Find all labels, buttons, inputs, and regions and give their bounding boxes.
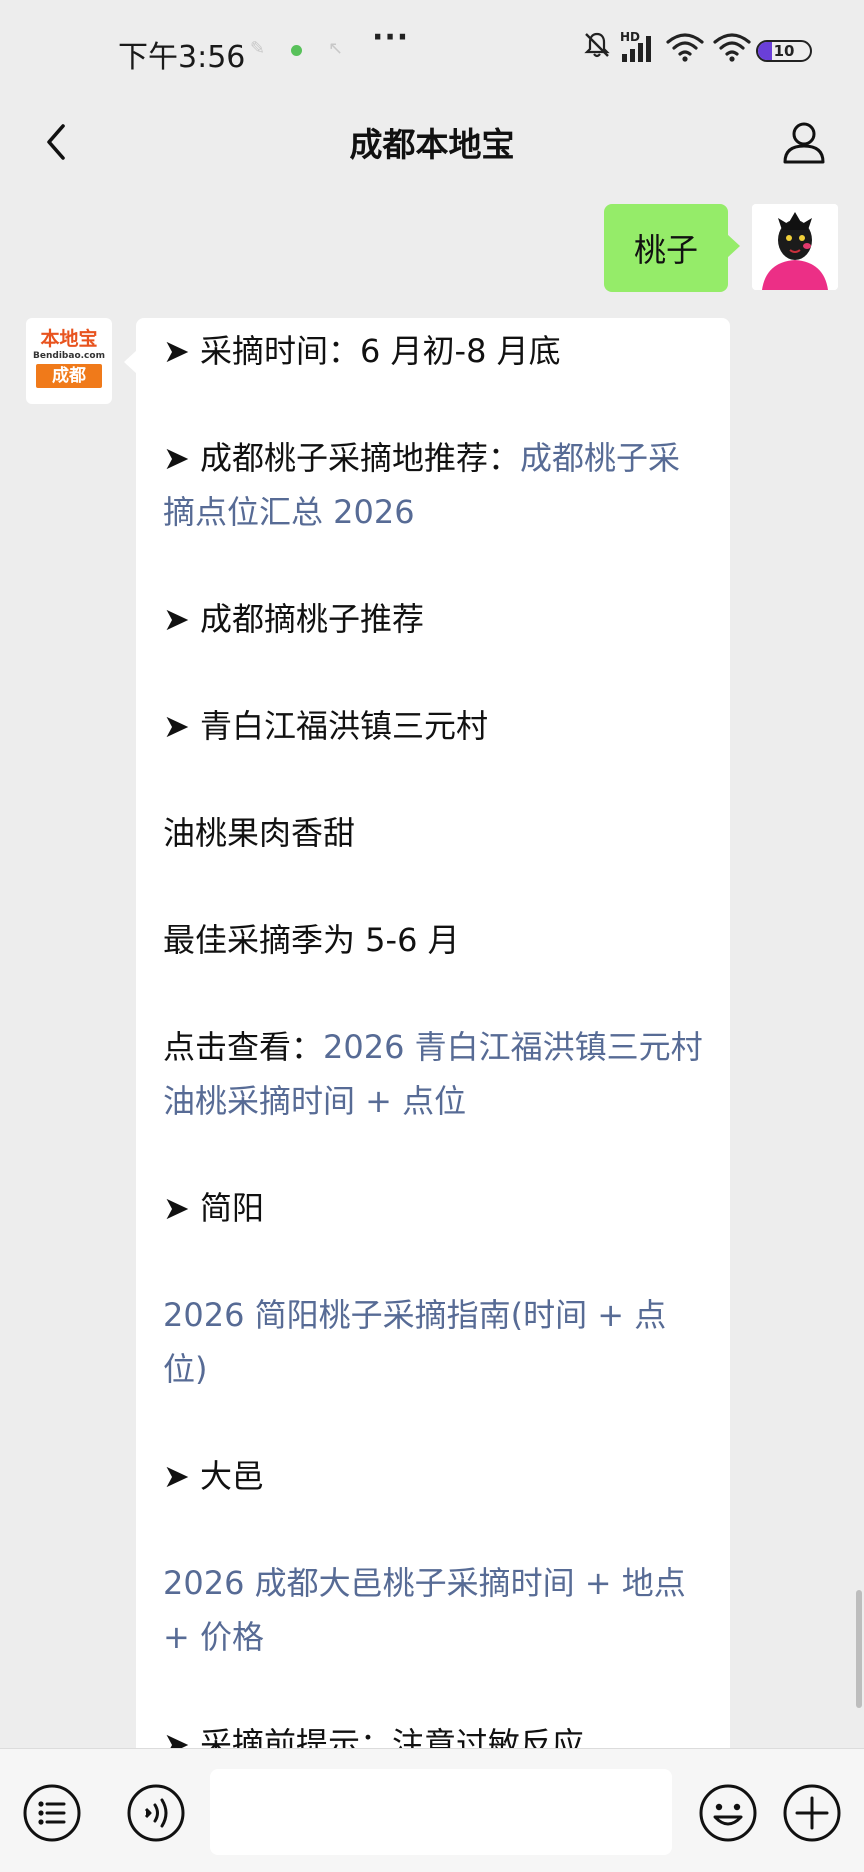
- logo-domain-text: Bendibao.com: [33, 351, 105, 361]
- arrow-notification-icon: ↖: [328, 38, 344, 59]
- reply-sanyuan-desc: 油桃果肉香甜: [163, 814, 356, 852]
- input-bar: [0, 1748, 864, 1872]
- more-notifications-indicator: ···: [372, 20, 410, 55]
- emoji-button[interactable]: [698, 1783, 758, 1843]
- menu-toggle-button[interactable]: [22, 1783, 82, 1843]
- wechat-notification-dot: [291, 45, 302, 56]
- dayi-guide-link[interactable]: 2026 成都大邑桃子采摘时间 + 地点 + 价格: [163, 1556, 704, 1664]
- reply-heading-dayi: ➤ 大邑: [163, 1457, 264, 1495]
- smiley-icon: [699, 1784, 757, 1842]
- reply-heading-recommend: ➤ 成都摘桃子推荐: [163, 600, 424, 638]
- plus-icon: [783, 1784, 841, 1842]
- voice-icon: [127, 1784, 185, 1842]
- more-functions-button[interactable]: [782, 1783, 842, 1843]
- battery-level: 10: [773, 42, 795, 60]
- battery-indicator: 10: [756, 40, 812, 62]
- edit-notification-icon: ✎: [250, 38, 266, 59]
- logo-brand-text: 本地宝: [40, 328, 98, 350]
- user-avatar[interactable]: [752, 204, 838, 290]
- voice-input-button[interactable]: [126, 1783, 186, 1843]
- message-input[interactable]: [210, 1769, 672, 1855]
- user-message-bubble[interactable]: 桃子: [604, 204, 740, 292]
- logo-city-badge: 成都: [36, 364, 102, 388]
- reply-view-prefix: 点击查看：: [163, 1028, 324, 1066]
- wifi-icon: [666, 33, 704, 62]
- wifi-secondary-icon: [713, 33, 751, 62]
- chat-info-button[interactable]: [776, 110, 832, 174]
- chat-messages[interactable]: 桃子 本地宝 Bendibao.com 成都 ➤ 采摘时间：6 月初-8 月底 …: [0, 184, 864, 1748]
- chat-header: 成都本地宝: [0, 100, 864, 184]
- reply-cutoff-line: ➤ 采摘前提示：注意过敏反应: [163, 1725, 584, 1748]
- reply-recommend-paragraph: ➤ 成都桃子采摘地推荐：成都桃子采摘点位汇总 2026: [163, 431, 704, 539]
- reply-sanyuan-season: 最佳采摘季为 5-6 月: [163, 921, 460, 959]
- bot-message-bubble[interactable]: ➤ 采摘时间：6 月初-8 月底 ➤ 成都桃子采摘地推荐：成都桃子采摘点位汇总 …: [124, 318, 730, 1748]
- status-bar: 下午3:56 ✎ ↖ ··· HD 10: [0, 0, 864, 100]
- jianyang-guide-link[interactable]: 2026 简阳桃子采摘指南(时间 + 点位): [163, 1288, 704, 1396]
- person-icon: [783, 122, 825, 164]
- reply-sanyuan-view-paragraph: 点击查看：2026 青白江福洪镇三元村油桃采摘时间 + 点位: [163, 1020, 704, 1128]
- chat-scrollbar[interactable]: [856, 1590, 862, 1708]
- list-icon: [23, 1784, 81, 1842]
- bendibao-avatar[interactable]: 本地宝 Bendibao.com 成都: [26, 318, 112, 404]
- user-avatar-image: [752, 204, 838, 290]
- status-time: 下午3:56: [118, 40, 246, 75]
- mute-bell-icon: [584, 32, 610, 58]
- chat-title: 成都本地宝: [349, 125, 515, 164]
- reply-heading-jianyang: ➤ 简阳: [163, 1189, 264, 1227]
- reply-heading-sanyuan: ➤ 青白江福洪镇三元村: [163, 707, 488, 745]
- reply-picking-time: ➤ 采摘时间：6 月初-8 月底: [163, 332, 561, 370]
- cell-signal-icon: [622, 36, 651, 62]
- reply-recommend-prefix: ➤ 成都桃子采摘地推荐：: [163, 439, 520, 477]
